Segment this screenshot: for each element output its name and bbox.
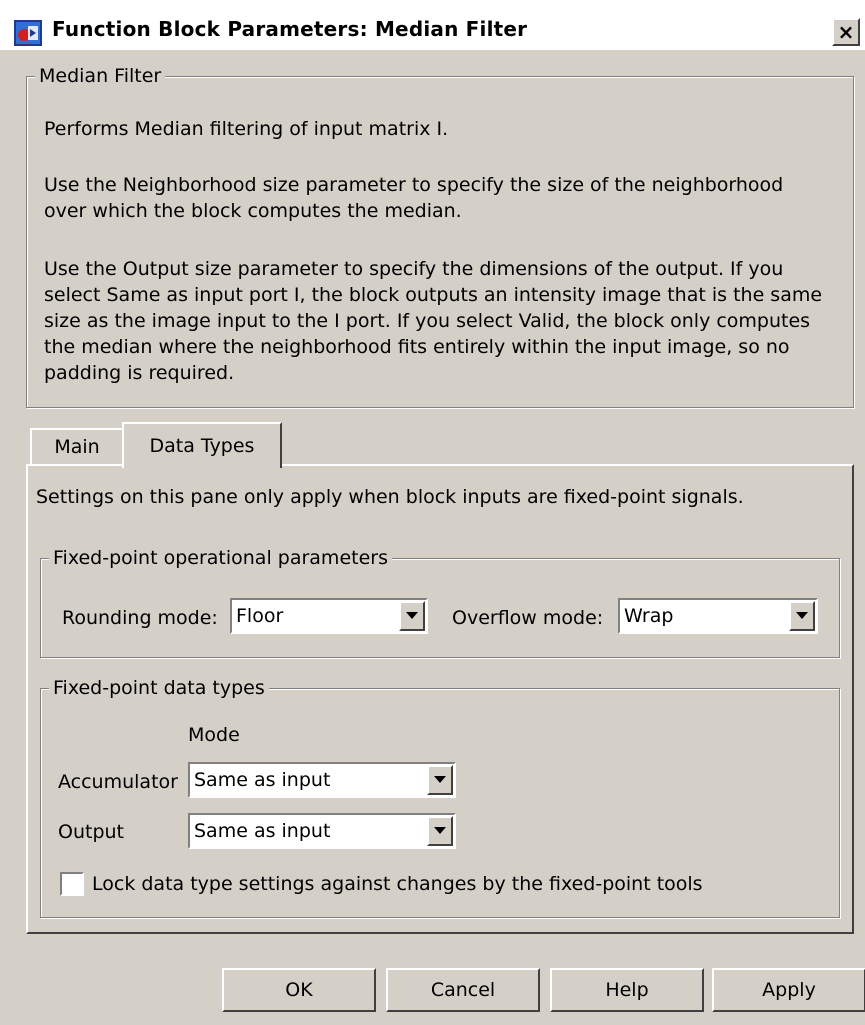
close-icon: ×: [837, 20, 855, 44]
tab-main[interactable]: Main: [30, 428, 124, 464]
rounding-mode-label: Rounding mode:: [62, 607, 218, 629]
chevron-down-icon: [406, 612, 418, 619]
apply-button[interactable]: Apply: [712, 968, 865, 1012]
accumulator-dropdown-button[interactable]: [427, 765, 453, 795]
ok-button[interactable]: OK: [222, 968, 376, 1012]
rounding-mode-select[interactable]: Floor: [230, 598, 428, 634]
description-line-1: Performs Median filtering of input matri…: [44, 118, 449, 140]
block-description-legend: Median Filter: [35, 65, 166, 87]
rounding-mode-value: Floor: [236, 605, 284, 627]
close-button[interactable]: ×: [832, 18, 860, 46]
output-label: Output: [58, 821, 124, 843]
tab-data-types-label: Data Types: [149, 435, 255, 457]
apply-button-label: Apply: [762, 979, 816, 1001]
data-types-legend: Fixed-point data types: [49, 677, 269, 699]
output-mode-select[interactable]: Same as input: [188, 813, 456, 849]
description-paragraph-2: Use the Neighborhood size parameter to s…: [44, 174, 784, 222]
cancel-button-label: Cancel: [430, 979, 496, 1001]
help-button[interactable]: Help: [550, 968, 704, 1012]
lock-data-type-checkbox[interactable]: [60, 872, 84, 896]
output-mode-value: Same as input: [194, 820, 331, 842]
chevron-down-icon: [796, 612, 808, 619]
title-bar: Function Block Parameters: Median Filter…: [0, 0, 865, 50]
output-dropdown-button[interactable]: [427, 816, 453, 846]
data-types-info: Settings on this pane only apply when bl…: [36, 486, 744, 508]
rounding-mode-dropdown-button[interactable]: [399, 601, 425, 631]
operational-params-legend: Fixed-point operational parameters: [49, 547, 392, 569]
overflow-mode-value: Wrap: [624, 605, 674, 627]
mode-column-header: Mode: [188, 724, 240, 746]
overflow-mode-select[interactable]: Wrap: [618, 598, 818, 634]
overflow-mode-label: Overflow mode:: [452, 607, 604, 629]
cancel-button[interactable]: Cancel: [386, 968, 540, 1012]
overflow-mode-dropdown-button[interactable]: [789, 601, 815, 631]
simulink-block-icon: [14, 20, 42, 46]
accumulator-mode-value: Same as input: [194, 769, 331, 791]
lock-data-type-label[interactable]: Lock data type settings against changes …: [92, 873, 703, 895]
chevron-down-icon: [434, 827, 446, 834]
chevron-down-icon: [434, 776, 446, 783]
window-title: Function Block Parameters: Median Filter: [52, 17, 528, 41]
tab-main-label: Main: [54, 436, 100, 458]
description-paragraph-3: Use the Output size parameter to specify…: [44, 258, 823, 384]
ok-button-label: OK: [285, 979, 313, 1001]
accumulator-mode-select[interactable]: Same as input: [188, 762, 456, 798]
accumulator-label: Accumulator: [58, 771, 178, 793]
help-button-label: Help: [605, 979, 649, 1001]
tab-data-types[interactable]: Data Types: [122, 422, 282, 468]
